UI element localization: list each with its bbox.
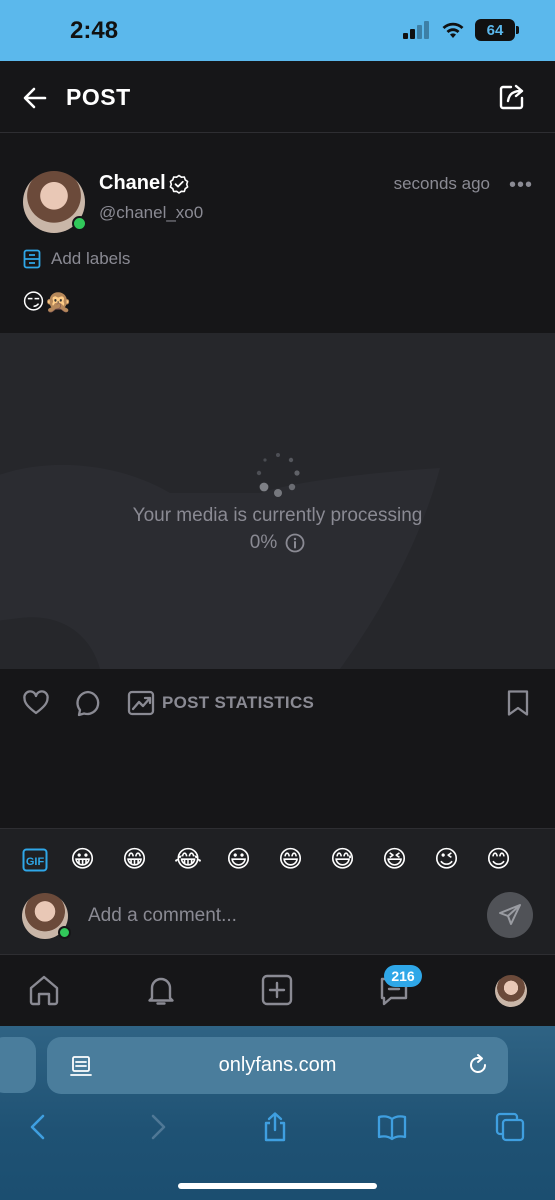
bottom-navigation: 216: [0, 954, 555, 1026]
comment-composer: GIF 😀 😁 😂 😃 😄 😅 😆 😉 😊: [0, 828, 555, 954]
emoji-button[interactable]: 😄: [278, 845, 330, 874]
post-header: Chanel @chanel_xo0 seconds ago ••• Add l…: [0, 133, 555, 333]
post-statistics-button[interactable]: POST STATISTICS: [162, 693, 314, 713]
online-status-dot: [58, 926, 71, 939]
bookmarks-icon[interactable]: [376, 1111, 408, 1143]
status-icons: 64: [403, 19, 519, 41]
online-status-dot: [72, 216, 87, 231]
processing-message: Your media is currently processing: [132, 505, 423, 526]
previous-tab[interactable]: [0, 1037, 36, 1093]
browser-forward-icon[interactable]: [142, 1111, 174, 1143]
signal-icon: [403, 21, 429, 39]
author-name[interactable]: Chanel: [99, 172, 166, 195]
emoji-button[interactable]: 😉: [434, 845, 486, 874]
post-time: seconds ago: [393, 174, 490, 193]
send-button[interactable]: [487, 892, 533, 938]
loading-spinner: [256, 453, 300, 497]
tabs-icon[interactable]: [494, 1111, 526, 1143]
status-bar: 2:48 64: [0, 0, 555, 61]
comment-input[interactable]: [88, 901, 468, 931]
address-bar[interactable]: onlyfans.com: [47, 1037, 508, 1094]
info-icon[interactable]: [285, 533, 305, 553]
battery-level: 64: [486, 21, 504, 39]
svg-text:GIF: GIF: [26, 856, 45, 868]
emoji-button[interactable]: 😂: [174, 845, 226, 874]
post-actions: POST STATISTICS: [0, 669, 555, 739]
bookmark-icon[interactable]: [504, 689, 532, 717]
commenter-avatar: [22, 893, 71, 939]
media-background-logo: [0, 464, 440, 669]
label-icon: [23, 249, 41, 269]
profile-avatar[interactable]: [495, 975, 527, 1007]
author-avatar[interactable]: [23, 171, 87, 233]
browser-toolbar: onlyfans.com: [0, 1026, 555, 1200]
reload-icon[interactable]: [466, 1053, 490, 1077]
page-header: POST: [0, 61, 555, 133]
browser-share-icon[interactable]: [259, 1111, 291, 1143]
comment-icon[interactable]: [74, 689, 102, 717]
status-time: 2:48: [70, 17, 119, 44]
home-icon[interactable]: [27, 973, 61, 1007]
emoji-button[interactable]: 😊: [486, 845, 538, 874]
gif-icon[interactable]: GIF: [22, 847, 48, 873]
send-icon: [499, 904, 521, 925]
emoji-button[interactable]: 😁: [122, 845, 174, 874]
battery-icon: 64: [475, 19, 519, 41]
wifi-icon: [442, 22, 464, 38]
home-indicator: [178, 1183, 377, 1189]
emoji-button[interactable]: 😅: [330, 845, 382, 874]
statistics-icon[interactable]: [127, 689, 155, 717]
emoji-button[interactable]: 😀: [70, 845, 122, 874]
url-text: onlyfans.com: [218, 1054, 337, 1076]
add-labels-button[interactable]: Add labels: [23, 249, 130, 269]
post-text: 😏🙊: [22, 289, 73, 314]
author-handle[interactable]: @chanel_xo0: [99, 203, 203, 223]
processing-progress: 0%: [0, 532, 555, 554]
verified-icon: [169, 174, 189, 194]
notifications-icon[interactable]: [144, 973, 178, 1007]
page-title: POST: [66, 84, 131, 110]
back-button[interactable]: [20, 83, 50, 113]
emoji-button[interactable]: 😆: [382, 845, 434, 874]
browser-back-icon[interactable]: [22, 1111, 54, 1143]
quick-emoji-bar: GIF 😀 😁 😂 😃 😄 😅 😆 😉 😊: [22, 845, 538, 874]
media-placeholder: Your media is currently processing 0%: [0, 333, 555, 669]
share-icon[interactable]: [497, 82, 527, 112]
messages-badge: 216: [384, 965, 422, 987]
emoji-button[interactable]: 😃: [226, 845, 278, 874]
like-icon[interactable]: [22, 689, 50, 717]
progress-percent: 0%: [249, 532, 278, 553]
add-post-icon[interactable]: [260, 973, 294, 1007]
add-labels-label: Add labels: [51, 249, 131, 268]
more-options-button[interactable]: •••: [509, 175, 533, 195]
